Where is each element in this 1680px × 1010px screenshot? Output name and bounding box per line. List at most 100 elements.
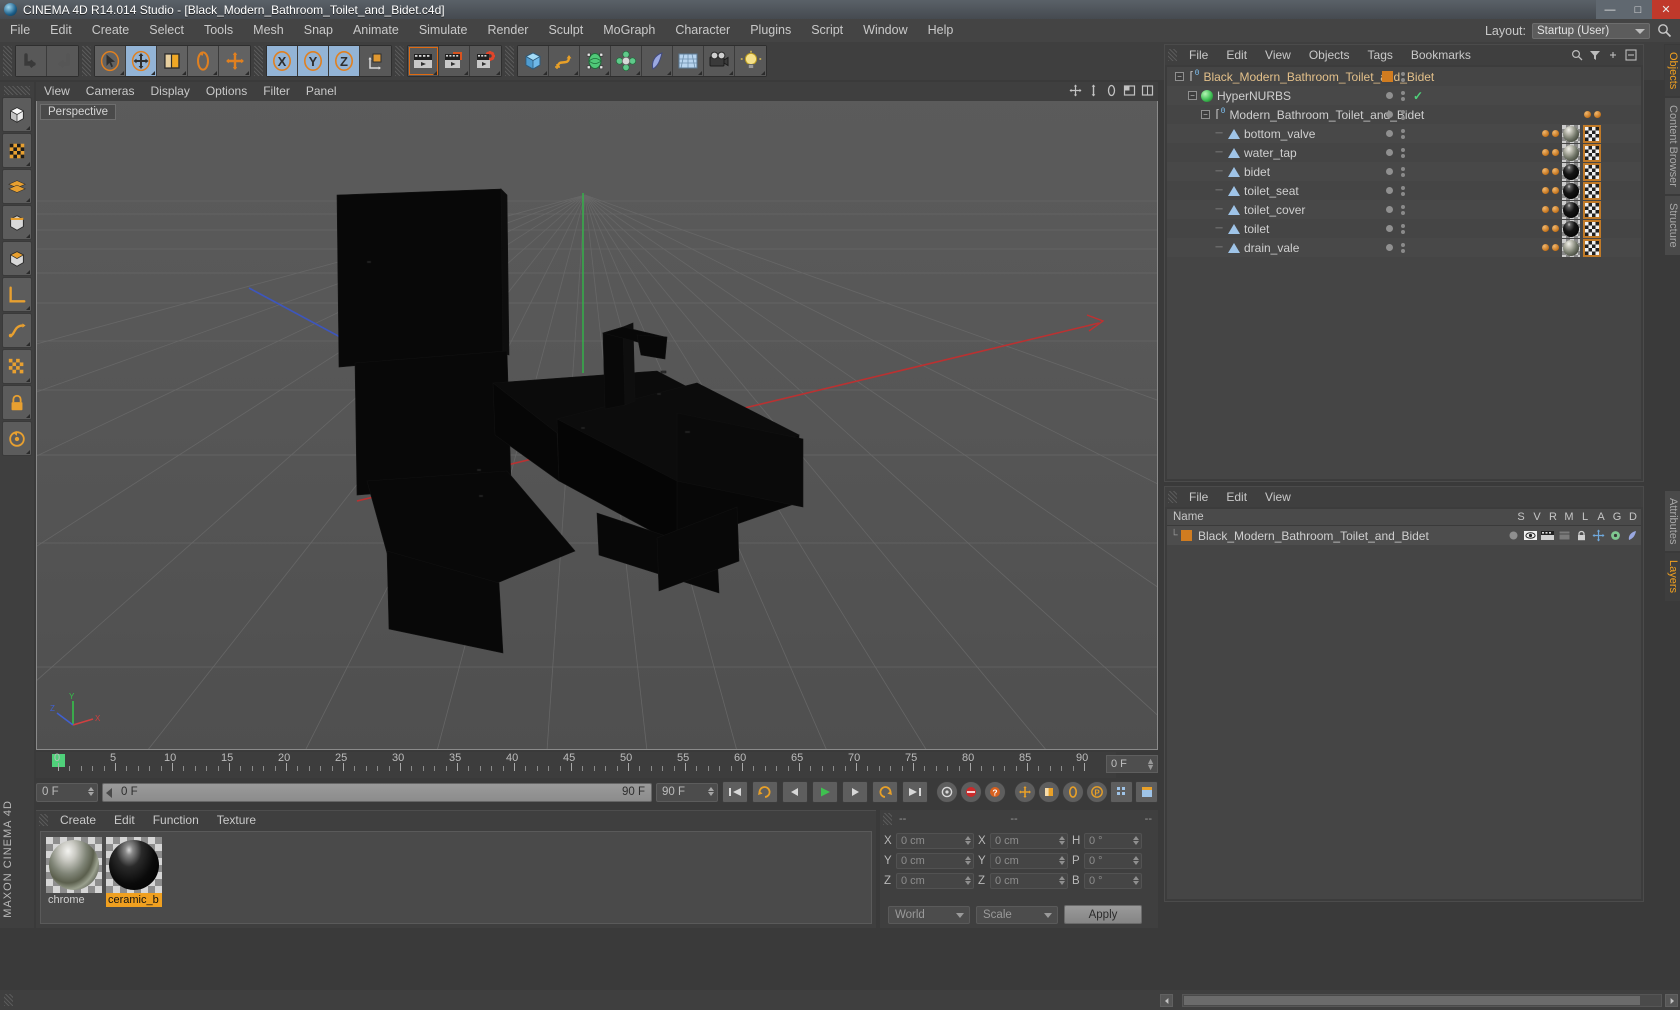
tag-icon[interactable] bbox=[1552, 206, 1559, 213]
tab-attributes[interactable]: Attributes bbox=[1664, 490, 1680, 553]
object-tree-row[interactable]: − ⌈0 Modern_Bathroom_Toilet_and_Bidet bbox=[1167, 105, 1641, 124]
panel-grip[interactable] bbox=[883, 813, 892, 825]
material-tag-ceramic[interactable] bbox=[1562, 200, 1580, 219]
live-selection-button[interactable] bbox=[95, 46, 126, 76]
record-active-objects-button[interactable] bbox=[936, 781, 958, 803]
layer-menu-file[interactable]: File bbox=[1180, 487, 1217, 507]
deformer-toggle-icon[interactable] bbox=[1626, 529, 1639, 542]
play-back-loop-button[interactable] bbox=[752, 781, 778, 803]
menu-snap[interactable]: Snap bbox=[294, 19, 343, 42]
material-tag-ceramic[interactable] bbox=[1562, 219, 1580, 238]
material-tag-chrome[interactable] bbox=[1562, 238, 1580, 257]
collapse-icon[interactable] bbox=[1625, 49, 1637, 64]
visibility-dot[interactable] bbox=[1386, 187, 1393, 194]
coord-system-select[interactable]: World bbox=[888, 905, 970, 924]
material-tag-ceramic[interactable] bbox=[1562, 181, 1580, 200]
visibility-dot[interactable] bbox=[1386, 244, 1393, 251]
layer-menu-edit[interactable]: Edit bbox=[1217, 487, 1256, 507]
object-tree-row[interactable]: ─ drain_vale bbox=[1167, 238, 1641, 257]
viewport-menu-cameras[interactable]: Cameras bbox=[78, 82, 143, 101]
redo-button[interactable] bbox=[47, 46, 78, 76]
polygon-mode-button[interactable] bbox=[2, 241, 32, 276]
generator-toggle-icon[interactable] bbox=[1609, 529, 1622, 542]
menu-character[interactable]: Character bbox=[665, 19, 740, 42]
object-tree-row[interactable]: − HyperNURBS ✓ bbox=[1167, 86, 1641, 105]
visibility-dots[interactable] bbox=[1401, 128, 1405, 139]
om-menu-file[interactable]: File bbox=[1180, 45, 1217, 65]
lock-z-axis-button[interactable]: Z bbox=[329, 46, 360, 76]
expand-collapse-toggle[interactable]: − bbox=[1201, 110, 1210, 119]
material-menu-create[interactable]: Create bbox=[51, 811, 105, 829]
tab-content-browser[interactable]: Content Browser bbox=[1664, 97, 1680, 196]
viewport[interactable]: Y X Z bbox=[36, 82, 1158, 750]
rotate-icon[interactable] bbox=[1105, 84, 1118, 97]
object-tree-row[interactable]: ─ water_tap bbox=[1167, 143, 1641, 162]
visibility-dot[interactable] bbox=[1386, 149, 1393, 156]
scale-keys-button[interactable] bbox=[1038, 781, 1060, 803]
tag-icon[interactable] bbox=[1552, 244, 1559, 251]
world-object-coord-button[interactable] bbox=[360, 46, 391, 76]
keyframe-selection-button[interactable]: ? bbox=[984, 781, 1006, 803]
material-thumbnail[interactable] bbox=[106, 837, 162, 893]
material-item-ceramic[interactable]: ceramic_b bbox=[106, 837, 162, 907]
render-toggle-icon[interactable] bbox=[1541, 529, 1554, 542]
spinner-icon[interactable] bbox=[1133, 856, 1139, 865]
visibility-dots[interactable] bbox=[1401, 71, 1405, 82]
autokeying-button[interactable] bbox=[960, 781, 982, 803]
uvw-tag-icon[interactable] bbox=[1583, 181, 1601, 200]
toolbar-grip[interactable] bbox=[395, 46, 404, 76]
menu-render[interactable]: Render bbox=[477, 19, 538, 42]
pan-icon[interactable] bbox=[1069, 84, 1082, 97]
visibility-dots[interactable] bbox=[1401, 223, 1405, 234]
maximize-button[interactable]: □ bbox=[1624, 0, 1652, 19]
menu-simulate[interactable]: Simulate bbox=[409, 19, 478, 42]
viewport-menu-filter[interactable]: Filter bbox=[255, 82, 298, 101]
animation-layers-button[interactable] bbox=[1135, 781, 1158, 803]
tag-icon[interactable] bbox=[1542, 168, 1549, 175]
om-menu-bookmarks[interactable]: Bookmarks bbox=[1402, 45, 1480, 65]
object-tree-row[interactable]: − ⌈0 Black_Modern_Bathroom_Toilet_and_Bide… bbox=[1167, 67, 1641, 86]
timeline-ruler[interactable]: 0 5 10 15 20 25 30 35 40 45 50 55 60 65 … bbox=[36, 752, 1116, 778]
spinner-icon[interactable] bbox=[965, 856, 971, 865]
timeline-range-slider[interactable]: 0 F 90 F bbox=[102, 782, 652, 802]
material-tag-chrome[interactable] bbox=[1562, 124, 1580, 143]
menu-script[interactable]: Script bbox=[801, 19, 853, 42]
current-frame-field[interactable]: 0 F ▲ ▼ bbox=[1106, 755, 1158, 773]
menu-tools[interactable]: Tools bbox=[194, 19, 243, 42]
spinner-icon[interactable] bbox=[1133, 876, 1139, 885]
scrollbar-thumb[interactable] bbox=[1184, 996, 1640, 1005]
add-cube-button[interactable] bbox=[518, 46, 549, 76]
om-menu-objects[interactable]: Objects bbox=[1300, 45, 1359, 65]
spinner-icon[interactable] bbox=[1059, 836, 1065, 845]
panel-grip[interactable] bbox=[1168, 49, 1177, 61]
combined-tool-button[interactable] bbox=[219, 46, 250, 76]
size-mode-select[interactable]: Scale bbox=[976, 905, 1058, 924]
tag-icon[interactable] bbox=[1542, 130, 1549, 137]
layer-menu-view[interactable]: View bbox=[1256, 487, 1300, 507]
layer-list[interactable]: └ Black_Modern_Bathroom_Toilet_and_Bidet bbox=[1167, 526, 1641, 899]
layout-icon[interactable] bbox=[1141, 84, 1154, 97]
panel-grip[interactable] bbox=[1168, 491, 1177, 503]
visibility-dots[interactable] bbox=[1401, 242, 1405, 253]
lock-toggle-icon[interactable] bbox=[1575, 529, 1588, 542]
layer-color-swatch[interactable] bbox=[1181, 530, 1192, 541]
visibility-dot[interactable] bbox=[1386, 206, 1393, 213]
material-menu-function[interactable]: Function bbox=[144, 811, 208, 829]
tag-icon[interactable] bbox=[1552, 187, 1559, 194]
tag-icon[interactable] bbox=[1552, 130, 1559, 137]
visibility-dots[interactable] bbox=[1401, 109, 1405, 120]
om-menu-view[interactable]: View bbox=[1256, 45, 1300, 65]
maximize-icon[interactable] bbox=[1123, 84, 1136, 97]
start-frame-field[interactable]: 0 F bbox=[36, 782, 98, 802]
material-menu-edit[interactable]: Edit bbox=[105, 811, 144, 829]
parameter-keys-button[interactable] bbox=[1110, 781, 1133, 803]
viewport-menu-display[interactable]: Display bbox=[142, 82, 197, 101]
om-menu-tags[interactable]: Tags bbox=[1359, 45, 1402, 65]
scroll-left-button[interactable] bbox=[1160, 994, 1173, 1007]
tag-icon[interactable] bbox=[1542, 244, 1549, 251]
tab-layers[interactable]: Layers bbox=[1664, 552, 1680, 602]
object-tree-row[interactable]: ─ toilet_seat bbox=[1167, 181, 1641, 200]
expand-collapse-toggle[interactable]: − bbox=[1175, 72, 1184, 81]
point-mode-button[interactable] bbox=[2, 169, 32, 204]
go-to-end-button[interactable] bbox=[902, 781, 928, 803]
